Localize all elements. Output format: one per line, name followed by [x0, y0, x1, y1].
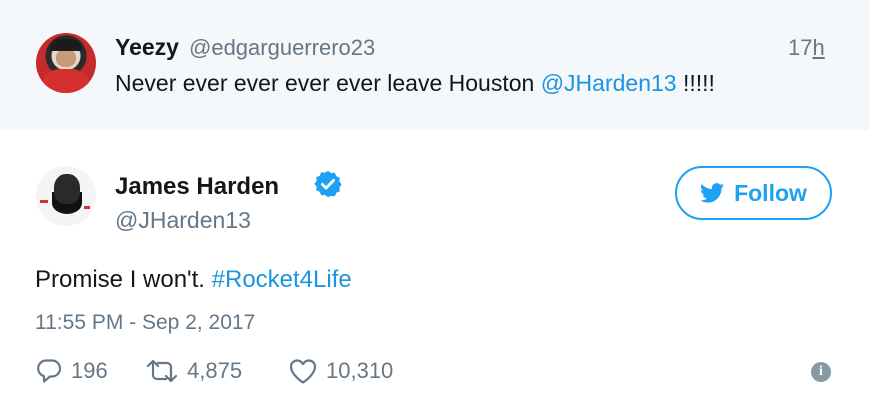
- reply-icon: [37, 359, 62, 383]
- follow-button[interactable]: Follow: [675, 166, 832, 220]
- hashtag-link[interactable]: #Rocket4Life: [212, 266, 352, 293]
- time-unit: h: [812, 35, 825, 60]
- avatar-splash: [84, 206, 90, 209]
- harden-avatar[interactable]: [36, 166, 96, 226]
- like-count: 10,310: [326, 358, 394, 383]
- yeezy-avatar[interactable]: [36, 33, 96, 93]
- mention-link[interactable]: @JHarden13: [541, 70, 677, 96]
- tweet-text: Promise I won't. #Rocket4Life: [35, 266, 352, 294]
- parent-text-tail: !!!!!: [676, 70, 715, 96]
- avatar-splash: [40, 200, 48, 203]
- avatar-face: [56, 49, 76, 67]
- like-action[interactable]: 10,310: [288, 357, 393, 385]
- retweet-icon: [146, 359, 178, 383]
- twitter-bird-icon: [700, 183, 725, 203]
- tweet-timestamp[interactable]: 11:55 PM - Sep 2, 2017: [35, 311, 255, 335]
- retweet-count: 4,875: [187, 358, 243, 383]
- reply-count: 196: [71, 358, 108, 383]
- parent-timestamp[interactable]: 17h: [788, 35, 825, 61]
- avatar-cap: [50, 39, 82, 51]
- follow-label: Follow: [734, 179, 807, 206]
- author-name[interactable]: James Harden: [115, 173, 279, 201]
- heart-icon: [289, 359, 317, 384]
- parent-author-handle[interactable]: @edgarguerrero23: [189, 35, 375, 61]
- parent-tweet[interactable]: Yeezy @edgarguerrero23 17h Never ever ev…: [0, 0, 869, 130]
- parent-tweet-text: Never ever ever ever ever leave Houston …: [115, 70, 715, 97]
- verified-badge-icon: [314, 170, 342, 198]
- time-number: 17: [788, 35, 813, 60]
- parent-text-body: Never ever ever ever ever leave Houston: [115, 70, 541, 96]
- tweet-actions: 196 4,875 10,310: [35, 357, 835, 387]
- author-handle[interactable]: @JHarden13: [115, 207, 251, 234]
- tweet-text-body: Promise I won't.: [35, 266, 212, 293]
- avatar-head: [54, 174, 80, 204]
- retweet-action[interactable]: 4,875: [145, 357, 242, 385]
- avatar-shirt: [42, 69, 90, 93]
- reply-action[interactable]: 196: [35, 357, 108, 385]
- parent-author-name[interactable]: Yeezy: [115, 34, 179, 61]
- info-icon[interactable]: i: [811, 362, 831, 382]
